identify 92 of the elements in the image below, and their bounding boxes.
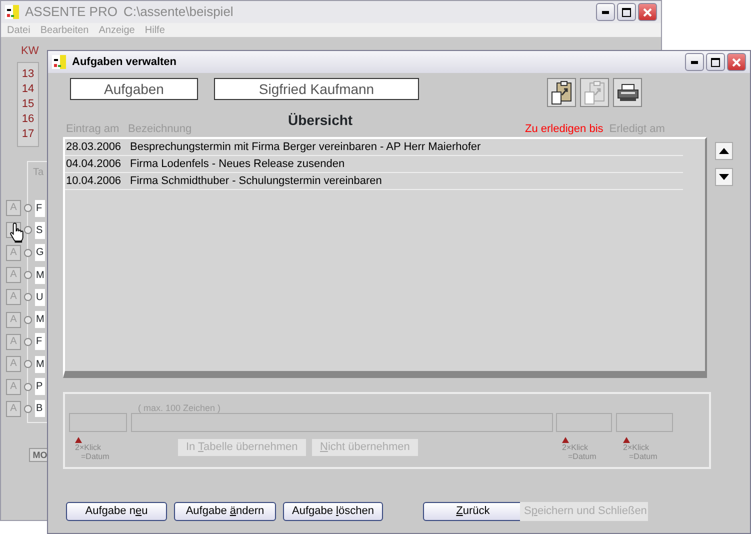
- minimize-button[interactable]: [596, 3, 615, 21]
- close-button[interactable]: [638, 3, 657, 21]
- paste-button[interactable]: [547, 78, 576, 107]
- app-icon: [52, 55, 66, 69]
- date-hint: =Datum: [567, 452, 596, 461]
- print-button[interactable]: [613, 78, 642, 107]
- window-title: ASSENTE PRO: [25, 3, 118, 22]
- date-hint: 2×Klick: [623, 443, 650, 452]
- down-arrow-icon: [719, 174, 729, 180]
- entry-text: P: [35, 378, 45, 396]
- input-field[interactable]: [556, 413, 612, 432]
- entry-text: M: [35, 311, 45, 328]
- minimize-icon: [691, 60, 698, 64]
- maximize-button[interactable]: [617, 3, 636, 21]
- a-button[interactable]: A: [6, 378, 21, 395]
- date-hint: 2×Klick: [75, 443, 102, 452]
- clipboard-icon: [550, 80, 572, 104]
- window-path: C:\assente\beispiel: [123, 3, 234, 22]
- a-button[interactable]: A: [6, 356, 21, 372]
- header-field: Sigfried Kaufmann: [214, 78, 419, 100]
- radio-button[interactable]: [24, 204, 32, 212]
- week-number: 13: [22, 66, 34, 82]
- minimize-button[interactable]: [685, 53, 704, 71]
- printer-icon: [616, 84, 638, 102]
- header-field: Aufgaben: [70, 78, 198, 100]
- table-cell-text: Besprechungstermin mit Firma Berger vereinbaren - AP Herr Maierhofer: [130, 140, 481, 155]
- action-button[interactable]: Zurück: [423, 502, 523, 521]
- radio-button[interactable]: [24, 316, 32, 324]
- radio-button[interactable]: [24, 248, 32, 257]
- section-title: Übersicht: [288, 111, 354, 130]
- clipboard-icon: [584, 80, 606, 104]
- week-label: KW: [21, 44, 40, 59]
- scroll-down-button[interactable]: [715, 168, 733, 186]
- week-number: 17: [22, 126, 34, 142]
- warning-icon: [75, 437, 82, 443]
- entry-text: F: [35, 333, 45, 350]
- a-button[interactable]: A: [6, 200, 21, 216]
- a-button[interactable]: A: [6, 289, 21, 306]
- radio-button[interactable]: [24, 226, 32, 234]
- scroll-up-button[interactable]: [715, 142, 733, 160]
- column-header: Zu erledigen bis: [525, 122, 604, 136]
- app-icon: [5, 5, 19, 19]
- table-cell-text: 04.04.2006: [65, 156, 122, 172]
- week-number: 15: [22, 96, 34, 112]
- menu-item[interactable]: Anzeige: [98, 22, 135, 38]
- action-button[interactable]: Aufgabe löschen: [283, 502, 383, 521]
- radio-button[interactable]: [24, 360, 32, 368]
- menu-item[interactable]: Datei: [7, 22, 30, 38]
- week-number: 16: [22, 112, 34, 126]
- input-field[interactable]: [616, 413, 673, 432]
- entry-text: M: [35, 266, 45, 284]
- a-button[interactable]: A: [6, 312, 21, 328]
- a-button[interactable]: A: [6, 334, 21, 350]
- a-button[interactable]: A: [6, 267, 21, 284]
- input-field[interactable]: [131, 413, 553, 432]
- menu-item[interactable]: Hilfe: [144, 22, 165, 38]
- radio-button[interactable]: [24, 293, 32, 302]
- entry-text: G: [35, 244, 45, 262]
- action-button[interactable]: Aufgabe neu: [66, 502, 167, 521]
- table-cell-text: 10.04.2006: [65, 174, 122, 189]
- window-title: Aufgaben verwalten: [72, 54, 177, 70]
- table-cell-text: 28.03.2006: [65, 140, 122, 155]
- maximize-button[interactable]: [706, 53, 725, 71]
- minimize-icon: [602, 10, 609, 14]
- date-hint: 2×Klick: [562, 443, 590, 452]
- entry-text: B: [35, 400, 45, 418]
- maximize-icon: [622, 8, 631, 16]
- action-button[interactable]: Aufgabe ändern: [174, 502, 276, 521]
- entry-text: S: [35, 222, 45, 239]
- date-hint: =Datum: [80, 452, 110, 461]
- menu-item[interactable]: Bearbeiten: [40, 22, 89, 38]
- radio-button[interactable]: [24, 271, 32, 280]
- a-button[interactable]: A: [6, 400, 21, 417]
- entry-text: U: [35, 288, 45, 306]
- input-field[interactable]: [69, 413, 127, 432]
- warning-icon: [623, 437, 630, 443]
- radio-button[interactable]: [24, 404, 32, 413]
- warning-icon: [562, 437, 569, 443]
- entry-text: M: [35, 356, 45, 373]
- up-arrow-icon: [719, 148, 729, 154]
- a-button[interactable]: A: [6, 244, 21, 261]
- date-hint: =Datum: [628, 452, 658, 461]
- close-icon: [643, 8, 652, 16]
- table-cell-text: Firma Schmidthuber - Schulungstermin vereinbaren: [130, 174, 382, 189]
- maximize-icon: [711, 58, 720, 66]
- radio-button[interactable]: [24, 382, 32, 391]
- entry-text: F: [35, 200, 45, 217]
- week-number: 14: [22, 82, 34, 96]
- close-button[interactable]: [727, 53, 746, 71]
- radio-button[interactable]: [24, 338, 32, 346]
- close-icon: [732, 58, 741, 66]
- table-cell-text: Firma Lodenfels - Neues Release zusenden: [130, 156, 345, 172]
